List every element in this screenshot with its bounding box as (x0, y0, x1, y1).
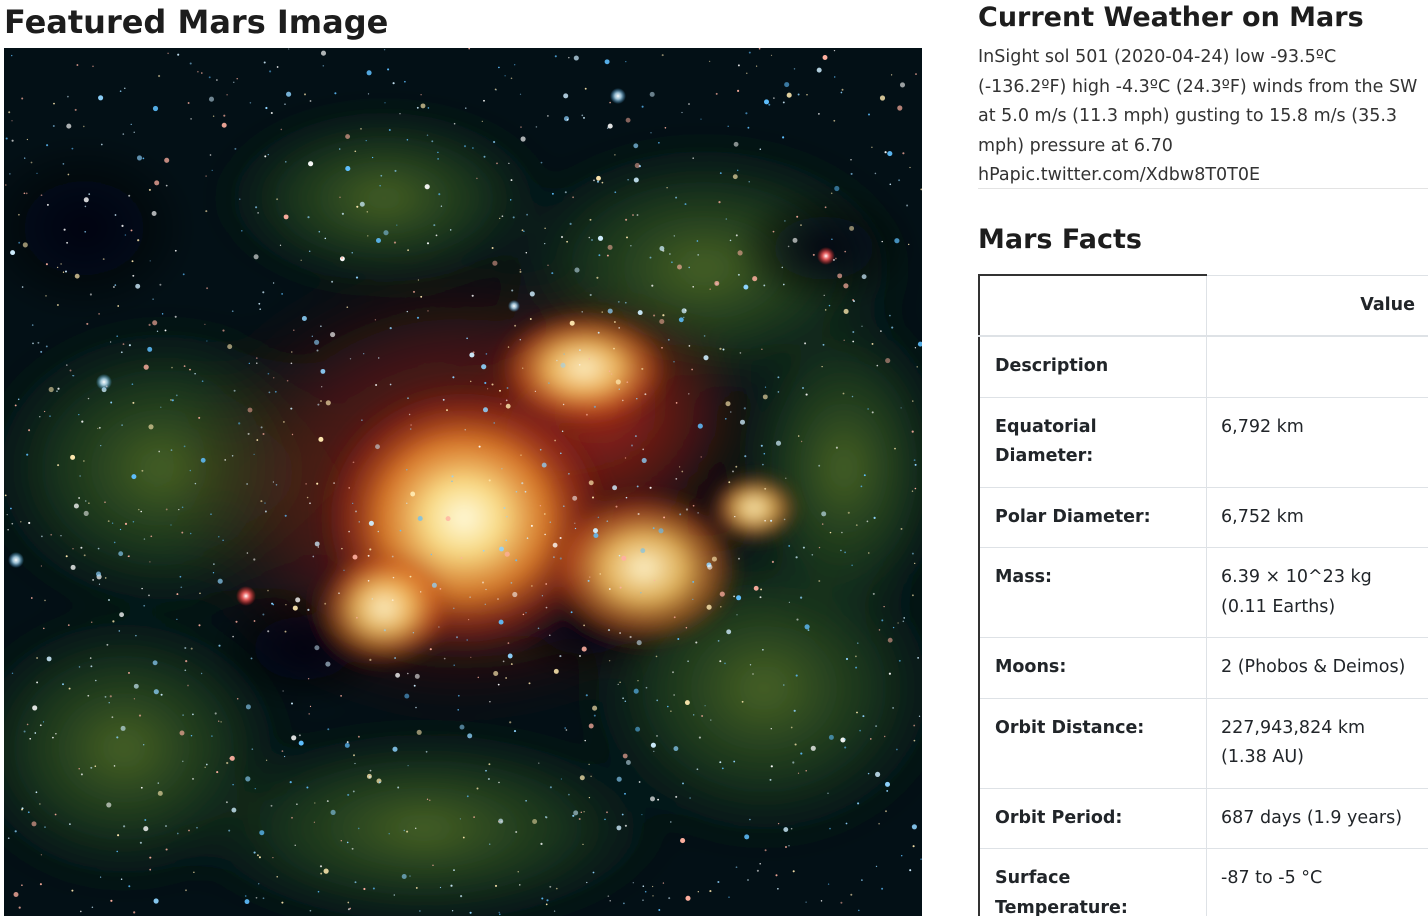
featured-image-title: Featured Mars Image (4, 3, 389, 41)
table-row: Description (978, 335, 1428, 398)
mars-facts-table: Value Description Equatorial Diameter: 6… (978, 274, 1428, 916)
featured-section: Featured Mars Image (0, 0, 935, 916)
row-label: Surface Temperature: (978, 848, 1207, 916)
featured-mars-image[interactable] (4, 48, 922, 916)
table-row: Equatorial Diameter: 6,792 km (978, 396, 1428, 488)
page: Featured Mars Image Current Weather on M… (0, 0, 1428, 916)
row-value: 6.39 × 10^23 kg (0.11 Earths) (1206, 547, 1428, 638)
row-value: 687 days (1.9 years) (1206, 787, 1428, 849)
row-label: Polar Diameter: (978, 486, 1207, 548)
nebula-picture (4, 48, 922, 916)
weather-title: Current Weather on Mars (978, 2, 1364, 33)
row-value: 227,943,824 km (1.38 AU) (1206, 697, 1428, 789)
row-value: 6,792 km (1206, 396, 1428, 488)
section-divider (978, 188, 1428, 189)
header-label-cell (978, 274, 1207, 337)
table-row: Polar Diameter: 6,752 km (978, 486, 1428, 548)
row-label: Equatorial Diameter: (978, 396, 1207, 488)
table-row: Moons: 2 (Phobos & Deimos) (978, 637, 1428, 699)
row-value (1206, 335, 1428, 398)
row-label: Orbit Distance: (978, 697, 1207, 789)
header-value-cell: Value (1206, 274, 1428, 337)
table-row: Mass: 6.39 × 10^23 kg (0.11 Earths) (978, 547, 1428, 638)
table-row: Surface Temperature: -87 to -5 °C (978, 848, 1428, 916)
row-label: Moons: (978, 637, 1207, 699)
table-row: Orbit Period: 687 days (1.9 years) (978, 787, 1428, 849)
row-value: 2 (Phobos & Deimos) (1206, 637, 1428, 699)
row-value: -87 to -5 °C (1206, 848, 1428, 916)
mars-facts-title: Mars Facts (978, 224, 1142, 255)
row-label: Mass: (978, 547, 1207, 638)
table-header-row: Value (978, 274, 1428, 337)
row-label: Description (978, 335, 1207, 398)
info-section: Current Weather on Mars InSight sol 501 … (978, 0, 1428, 916)
weather-report: InSight sol 501 (2020-04-24) low -93.5ºC… (978, 47, 1418, 185)
row-label: Orbit Period: (978, 787, 1207, 849)
row-value: 6,752 km (1206, 486, 1428, 548)
table-row: Orbit Distance: 227,943,824 km (1.38 AU) (978, 697, 1428, 789)
